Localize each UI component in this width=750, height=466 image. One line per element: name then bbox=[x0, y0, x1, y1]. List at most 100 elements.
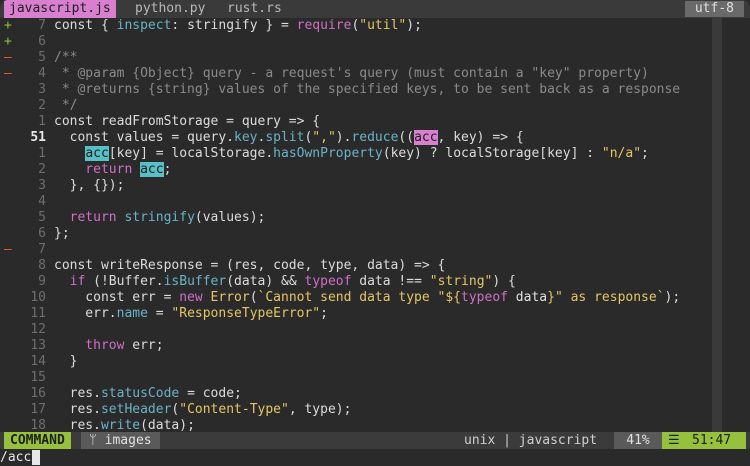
code-token: const writeResponse = (res, code, type, … bbox=[54, 258, 446, 273]
code-token: ) { bbox=[492, 274, 516, 289]
code-line[interactable]: 3 }, {}); bbox=[0, 178, 750, 194]
code-line[interactable]: +6 bbox=[0, 34, 750, 50]
code-line[interactable]: 6}; bbox=[0, 226, 750, 242]
code-line[interactable]: 2 return acc; bbox=[0, 162, 750, 178]
line-text: * @param {Object} query - a request's qu… bbox=[54, 66, 649, 82]
code-line[interactable]: 16 res.statusCode = code; bbox=[0, 386, 750, 402]
code-line[interactable]: 15 bbox=[0, 370, 750, 386]
tab-python[interactable]: python.py bbox=[130, 0, 210, 18]
code-token: require bbox=[296, 18, 352, 33]
code-line[interactable]: 12 bbox=[0, 322, 750, 338]
code-token: setHeader bbox=[100, 402, 172, 417]
code-token: if bbox=[54, 274, 94, 289]
code-token: res. bbox=[54, 386, 101, 401]
line-text: /** bbox=[54, 50, 77, 66]
code-token: ); bbox=[406, 18, 422, 33]
encoding-indicator: utf-8 bbox=[684, 1, 744, 17]
code-token: res. bbox=[54, 418, 101, 433]
line-number: 3 bbox=[38, 82, 46, 97]
git-sign: – bbox=[4, 50, 12, 65]
code-token: ; bbox=[641, 146, 649, 161]
line-number: 5 bbox=[38, 210, 46, 225]
line-number: 11 bbox=[30, 306, 46, 321]
code-line[interactable]: 1 const readFromStorage = query => { bbox=[0, 114, 750, 130]
code-token: isBuffer bbox=[163, 274, 227, 289]
code-token: typeof bbox=[461, 290, 508, 305]
branch-indicator: ᛘ images bbox=[81, 432, 160, 449]
line-number: 7 bbox=[38, 18, 46, 33]
code-line[interactable]: 14 } bbox=[0, 354, 750, 370]
code-line[interactable]: 13 throw err; bbox=[0, 338, 750, 354]
code-token: , type); bbox=[288, 402, 352, 417]
filetype-info: unix | javascript bbox=[464, 433, 598, 448]
code-token: const values = query. bbox=[54, 130, 235, 145]
vim-window: javascript.js python.py rust.rs utf-8 +7… bbox=[0, 0, 750, 466]
code-token: Error bbox=[210, 290, 250, 305]
line-number: 8 bbox=[38, 258, 46, 273]
line-text: res.statusCode = code; bbox=[54, 386, 242, 402]
code-token: `Cannot send data type "${ bbox=[257, 290, 462, 305]
tab-javascript[interactable]: javascript.js bbox=[4, 0, 116, 18]
git-sign: – bbox=[4, 242, 12, 257]
line-text: err.name = "ResponseTypeError"; bbox=[54, 306, 328, 322]
code-line[interactable]: 4 bbox=[0, 194, 750, 210]
code-token: */ bbox=[54, 98, 78, 113]
scroll-percent: 41% bbox=[614, 432, 662, 449]
line-number: 17 bbox=[30, 402, 46, 417]
position-value: 51:47 bbox=[692, 433, 732, 448]
code-line[interactable]: 5 return stringify(values); bbox=[0, 210, 750, 226]
code-token: inspect bbox=[116, 18, 172, 33]
code-line[interactable]: – 5 /** bbox=[0, 50, 750, 66]
branch-icon: ᛘ bbox=[89, 433, 97, 448]
code-token: (key) ? localStorage[key] : bbox=[382, 146, 602, 161]
line-text: throw err; bbox=[54, 338, 163, 354]
line-number: 7 bbox=[38, 242, 46, 257]
line-number: 1 bbox=[38, 146, 46, 161]
code-token: key bbox=[234, 130, 258, 145]
code-editor[interactable]: +7 const { inspect: stringify } = require… bbox=[0, 18, 750, 449]
code-token: const { bbox=[54, 18, 117, 33]
code-line[interactable]: 17 res.setHeader("Content-Type", type); bbox=[0, 402, 750, 418]
code-token: const err = bbox=[54, 290, 180, 305]
line-number: 15 bbox=[30, 370, 46, 385]
line-text: res.setHeader("Content-Type", type); bbox=[54, 402, 352, 418]
code-line[interactable]: +7 const { inspect: stringify } = require… bbox=[0, 18, 750, 34]
code-token: * @returns {string} values of the specif… bbox=[54, 82, 681, 97]
code-token: "n/a" bbox=[601, 146, 642, 161]
search-match: acc bbox=[140, 162, 164, 177]
code-token: write bbox=[100, 418, 141, 433]
code-token: = code; bbox=[179, 386, 242, 401]
code-line[interactable]: –7 bbox=[0, 242, 750, 258]
line-number: 5 bbox=[38, 50, 46, 65]
code-line[interactable]: 3 * @returns {string} values of the spec… bbox=[0, 82, 750, 98]
command-line[interactable]: /acc bbox=[0, 449, 750, 466]
line-number: 1 bbox=[38, 114, 46, 129]
code-token: "," bbox=[312, 130, 336, 145]
line-number: 6 bbox=[38, 226, 46, 241]
code-token: "ResponseTypeError" bbox=[171, 306, 321, 321]
line-text: const err = new Error(`Cannot send data … bbox=[54, 290, 680, 306]
code-token: }, {}); bbox=[54, 178, 125, 193]
code-line[interactable]: – 4 * @param {Object} query - a request's… bbox=[0, 66, 750, 82]
code-line[interactable]: 8 const writeResponse = (res, code, type,… bbox=[0, 258, 750, 274]
code-token: }; bbox=[54, 226, 70, 241]
code-line[interactable]: 11 err.name = "ResponseTypeError"; bbox=[0, 306, 750, 322]
tab-rust[interactable]: rust.rs bbox=[222, 0, 287, 18]
code-line[interactable]: 9 if (!Buffer.isBuffer(data) && typeof d… bbox=[0, 274, 750, 290]
code-token: (values); bbox=[194, 210, 266, 225]
code-line[interactable]: 1 acc[key] = localStorage.hasOwnProperty… bbox=[0, 146, 750, 162]
code-line[interactable]: 51 const values = query.key.split(",").r… bbox=[0, 130, 750, 146]
git-sign: – bbox=[4, 66, 12, 81]
code-token: name bbox=[116, 306, 148, 321]
line-text: const readFromStorage = query => { bbox=[54, 114, 320, 130]
code-token: = bbox=[147, 306, 172, 321]
code-line[interactable]: 10 const err = new Error(`Cannot send da… bbox=[0, 290, 750, 306]
line-number: 2 bbox=[38, 98, 46, 113]
line-number: 12 bbox=[30, 322, 46, 337]
code-token: hasOwnProperty bbox=[273, 146, 383, 161]
code-token: * @param {Object} query - a request's qu… bbox=[54, 66, 649, 81]
code-token: , key) => { bbox=[437, 130, 524, 145]
code-token: ( bbox=[249, 290, 258, 305]
code-line[interactable]: 2 */ bbox=[0, 98, 750, 114]
